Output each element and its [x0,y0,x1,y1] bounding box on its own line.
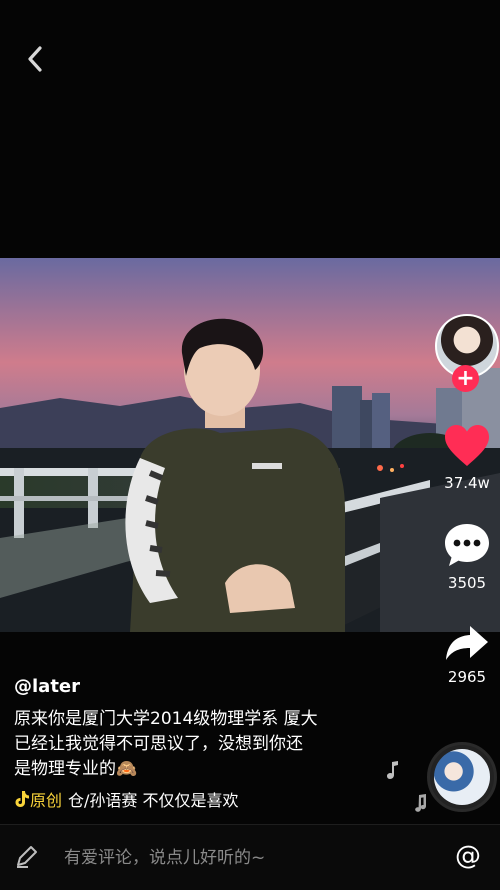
back-button[interactable] [20,44,50,74]
music-info[interactable]: 原创 仓/孙语赛 不仅仅是喜欢 [14,787,274,811]
video-frame [0,258,500,632]
tiktok-note-icon [15,791,29,807]
caption-line: 是物理专业的🙈 [14,759,138,779]
comment-button[interactable]: 3505 [434,522,500,592]
caption-line: 原来你是厦门大学2014级物理学系 厦大 [14,709,318,729]
music-cover [434,749,490,805]
original-sound-badge: 原创 [14,787,62,811]
follow-button[interactable]: + [452,365,479,392]
comment-bar: @ [0,824,500,890]
comment-bubble-icon [445,524,489,566]
video-player[interactable] [0,258,500,632]
comment-count: 3505 [447,574,487,592]
heart-icon [445,425,489,466]
mention-button[interactable]: @ [455,841,481,871]
original-label: 原创 [30,791,63,810]
music-track: 仓/孙语赛 不仅仅是喜欢 [68,791,239,810]
chevron-left-icon [28,46,42,72]
music-note-icon [387,761,398,779]
author-avatar[interactable]: + [435,314,499,392]
like-button[interactable]: 37.4w [434,424,500,492]
music-note-icon [415,794,426,812]
caption-line: 已经让我觉得不可思议了，没想到你还 [14,734,303,754]
share-count: 2965 [447,668,487,686]
share-arrow-icon [446,626,488,660]
video-caption: @later 原来你是厦门大学2014级物理学系 厦大 已经让我觉得不可思议了，… [14,676,384,782]
caption-text: 原来你是厦门大学2014级物理学系 厦大 已经让我觉得不可思议了，没想到你还 是… [14,707,384,782]
comment-input[interactable] [62,839,426,877]
share-button[interactable]: 2965 [434,624,500,686]
pencil-icon [17,846,37,868]
music-disc[interactable] [427,742,497,812]
like-count: 37.4w [444,474,490,492]
author-username[interactable]: @later [14,676,384,697]
